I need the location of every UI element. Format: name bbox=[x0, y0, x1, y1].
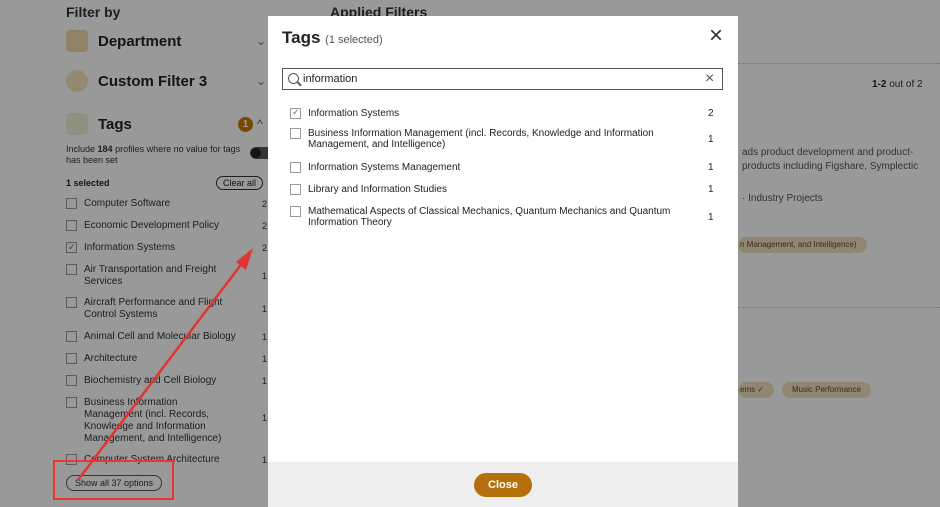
modal-tag-option[interactable]: Business Information Management (incl. R… bbox=[290, 128, 720, 150]
annotation-highlight-box bbox=[53, 460, 174, 500]
clear-search-icon[interactable]: × bbox=[705, 69, 714, 89]
checkbox[interactable] bbox=[290, 206, 301, 217]
checkbox[interactable] bbox=[290, 162, 301, 173]
close-icon[interactable]: × bbox=[705, 24, 727, 48]
modal-selected-count: (1 selected) bbox=[325, 34, 383, 46]
modal-tag-option[interactable]: Information Systems 2 bbox=[290, 107, 720, 119]
modal-footer: Close bbox=[268, 462, 738, 507]
tags-modal: Tags (1 selected) × × Information System… bbox=[268, 16, 738, 507]
checkbox[interactable] bbox=[290, 184, 301, 195]
checkbox[interactable] bbox=[290, 128, 301, 139]
tag-search-input[interactable] bbox=[303, 71, 683, 87]
modal-title: Tags (1 selected) bbox=[282, 28, 383, 47]
checkbox-checked[interactable] bbox=[290, 107, 301, 119]
search-icon bbox=[288, 73, 299, 84]
close-button[interactable]: Close bbox=[474, 473, 532, 497]
modal-tag-option[interactable]: Library and Information Studies 1 bbox=[290, 184, 720, 195]
tag-search-box: × bbox=[282, 68, 723, 90]
modal-tag-option[interactable]: Information Systems Management 1 bbox=[290, 162, 720, 173]
modal-tag-option[interactable]: Mathematical Aspects of Classical Mechan… bbox=[290, 206, 720, 228]
